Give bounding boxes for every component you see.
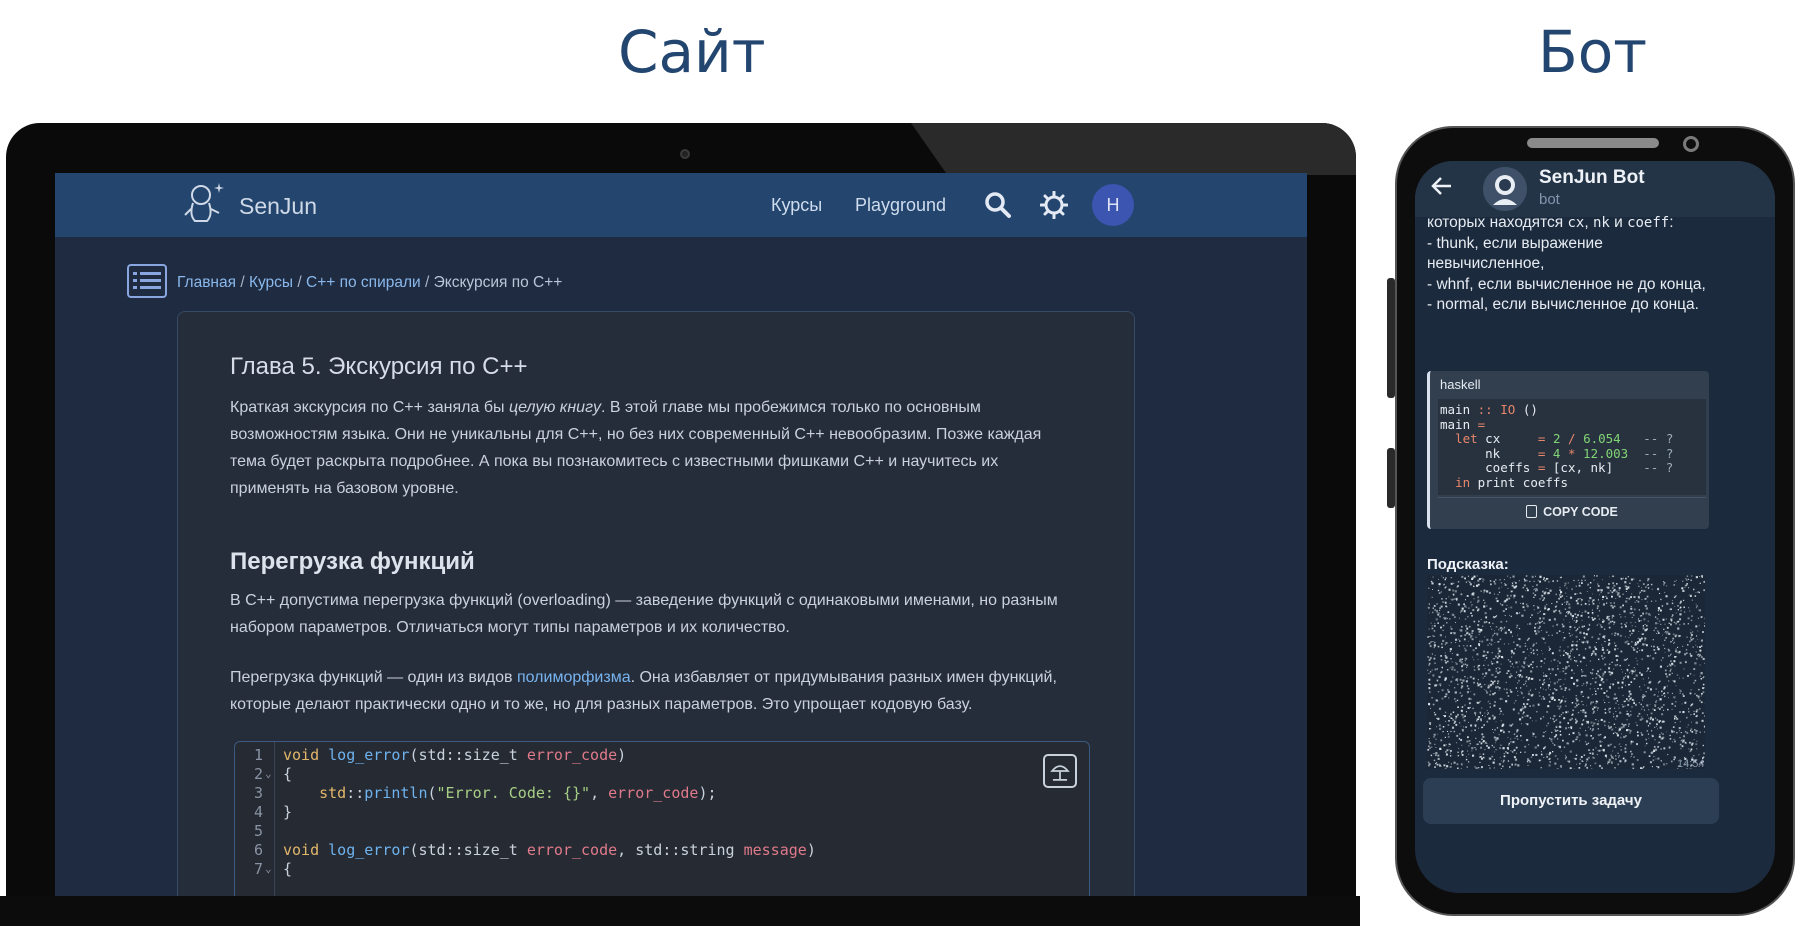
copy-icon [1526, 505, 1538, 518]
telegram-screen: SenJun Bot bot которых находятся cx, nk … [1415, 161, 1775, 893]
hint-spoiler-image[interactable] [1427, 575, 1705, 769]
message-line: - normal, если вычисленное до конца. [1427, 296, 1699, 313]
phone-volume-button [1387, 278, 1395, 398]
astronaut-logo-icon[interactable] [181, 179, 227, 227]
site-header: SenJun Курсы Playground Н [55, 173, 1307, 237]
haskell-code-card: haskell main :: IO () main = let cx = 2 … [1427, 371, 1709, 529]
breadcrumb-separator: / [240, 274, 245, 291]
logo-text[interactable]: SenJun [239, 193, 317, 220]
back-arrow-icon[interactable] [1429, 173, 1455, 199]
lesson-card: Глава 5. Экскурсия по C++ Краткая экскур… [177, 311, 1135, 899]
phone-power-button [1387, 448, 1395, 508]
laptop-base [0, 896, 1360, 926]
code-editor[interactable]: 1 void log_error(std::size_t error_code)… [234, 741, 1090, 899]
intro-emphasis: целую книгу [508, 399, 601, 416]
message-line: - thunk, если выражение [1427, 234, 1603, 252]
umbrella-icon[interactable] [1043, 754, 1077, 788]
message-time: 14:54 [1677, 758, 1705, 770]
breadcrumb: Главная / Курсы / C++ по спирали / Экску… [177, 274, 562, 292]
overloading-paragraph: В C++ допустима перегрузка функций (over… [230, 592, 1058, 636]
bot-message-text: которых находятся cx, nk и coeff: - thun… [1427, 213, 1767, 316]
section-title: Перегрузка функций [230, 548, 475, 575]
line-number: 7 [253, 860, 263, 878]
breadcrumb-courses[interactable]: Курсы [249, 274, 293, 291]
gear-icon[interactable] [1040, 191, 1068, 219]
message-line: - whnf, если вычисленное не до конца, [1427, 275, 1706, 293]
bot-subtitle: bot [1539, 191, 1560, 208]
polymorphism-link[interactable]: полиморфизма [517, 669, 631, 686]
copy-code-label: COPY CODE [1543, 505, 1618, 519]
nav-courses-link[interactable]: Курсы [771, 195, 822, 216]
bot-name: SenJun Bot [1539, 167, 1645, 188]
breadcrumb-home[interactable]: Главная [177, 274, 236, 291]
phone-speaker [1527, 138, 1659, 148]
intro-text: Краткая экскурсия по C++ заняла бы [230, 399, 509, 416]
fold-chevron-icon[interactable]: ⌄ [265, 858, 272, 880]
laptop-glare [911, 123, 1356, 175]
search-icon[interactable] [984, 191, 1012, 219]
site-heading: Сайт [618, 18, 766, 86]
chapter-title: Глава 5. Экскурсия по C++ [230, 353, 528, 380]
user-avatar[interactable]: Н [1092, 184, 1134, 226]
breadcrumb-current: Экскурсия по C++ [433, 274, 563, 291]
hint-label: Подсказка: [1427, 556, 1509, 573]
breadcrumb-separator: / [424, 274, 430, 291]
laptop-frame: SenJun Курсы Playground Н Главная / Курс… [6, 123, 1356, 926]
message-line: которых находятся cx, nk и coeff: [1427, 214, 1674, 231]
skip-task-button[interactable]: Пропустить задачу [1423, 778, 1719, 824]
bot-heading: Бот [1538, 18, 1648, 86]
code-line: 7 ⌄ { [235, 858, 1089, 880]
intro-paragraph: Краткая экскурсия по C++ заняла бы целую… [230, 394, 1080, 502]
bot-avatar[interactable] [1483, 167, 1527, 211]
website-screen: SenJun Курсы Playground Н Главная / Курс… [55, 173, 1307, 899]
toc-list-icon[interactable] [127, 264, 167, 298]
breadcrumb-separator: / [297, 274, 302, 291]
nav-playground-link[interactable]: Playground [855, 195, 946, 216]
breadcrumb-course[interactable]: C++ по спирали [306, 274, 421, 291]
phone-camera [1683, 136, 1699, 152]
message-line: невычисленное, [1427, 255, 1545, 272]
p2-text: Перегрузка функций — один из видов [230, 669, 517, 686]
code-language-label: haskell [1440, 377, 1481, 392]
copy-code-button[interactable]: COPY CODE [1438, 497, 1706, 525]
phone-frame: SenJun Bot bot которых находятся cx, nk … [1387, 126, 1795, 916]
laptop-camera [680, 149, 690, 159]
polymorphism-paragraph: Перегрузка функций — один из видов полим… [230, 664, 1080, 718]
chat-header: SenJun Bot bot [1415, 161, 1775, 217]
haskell-code[interactable]: main :: IO () main = let cx = 2 / 6.054 … [1438, 399, 1706, 495]
